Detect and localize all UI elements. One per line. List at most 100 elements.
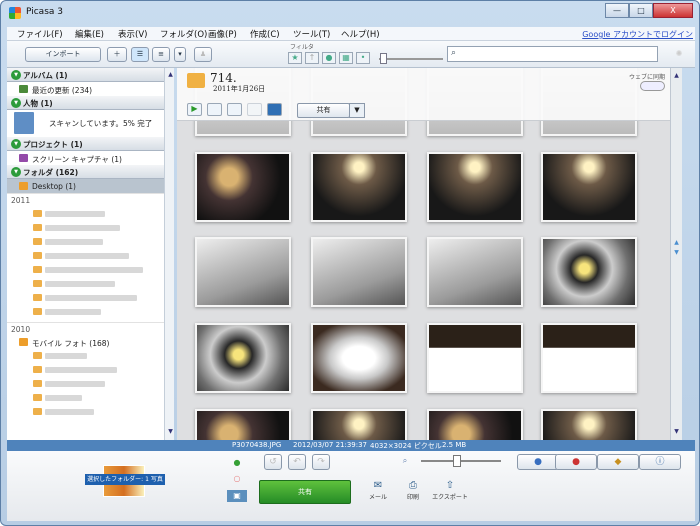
photo-thumbnail[interactable] (541, 409, 637, 440)
people-section[interactable]: 人物 (1) (7, 96, 164, 110)
filter-slider-knob[interactable] (380, 53, 387, 64)
pin-filter-icon[interactable]: • (356, 52, 370, 64)
photo-thumbnail[interactable] (311, 323, 407, 393)
scroll-up-icon[interactable]: ▲ (166, 70, 175, 80)
photo-thumbnail[interactable] (541, 152, 637, 222)
filter-slider-track[interactable] (379, 58, 443, 60)
photo-thumbnail[interactable] (311, 152, 407, 222)
bottom-panel: 選択したフォルダー: 1 写真 ● ○ ▣ ↺ ↶ ↷ ⌕ 共有 ✉ メール ⎙ 印… (7, 451, 695, 521)
album-icon (19, 85, 28, 93)
map-pin-tool-button[interactable]: ● (555, 454, 597, 470)
zoom-slider-track[interactable] (421, 460, 501, 462)
save-icon[interactable] (267, 103, 282, 116)
maximize-button[interactable]: □ (629, 3, 653, 18)
recent-updates-item[interactable]: 最近の更新 (234) (7, 82, 164, 96)
minimize-button[interactable]: — (605, 3, 629, 18)
menu-folder[interactable]: フォルダ(O) (160, 28, 207, 40)
scroll-down-icon[interactable]: ▼ (672, 427, 681, 437)
play-slideshow-icon[interactable]: ▶ (187, 103, 202, 116)
photo-thumbnail[interactable] (427, 152, 523, 222)
albums-section[interactable]: アルバム (1) (7, 68, 164, 82)
share-button[interactable]: 共有 (259, 480, 351, 504)
photo-thumbnail[interactable] (195, 409, 291, 440)
tree-view-button[interactable]: ≡ (152, 47, 170, 62)
dropdown-button[interactable]: ▾ (174, 47, 186, 62)
status-dimensions: 4032×3024 ピクセル (370, 442, 442, 450)
people-tool-button[interactable]: ● (517, 454, 559, 470)
menu-help[interactable]: ヘルプ(H) (341, 28, 380, 40)
photo-thumbnail[interactable] (195, 237, 291, 307)
menu-tools[interactable]: ツール(T) (293, 28, 330, 40)
menu-view[interactable]: 表示(V) (118, 28, 147, 40)
person-filter-icon[interactable]: ● (322, 52, 336, 64)
photo-thumbnail[interactable] (195, 152, 291, 222)
photo-thumbnail[interactable] (541, 323, 637, 393)
share-button[interactable]: 共有 (297, 103, 350, 118)
import-label: インポート (45, 50, 81, 58)
clear-icon[interactable]: ○ (231, 473, 243, 485)
photo-thumbnail[interactable] (195, 323, 291, 393)
project-icon (19, 154, 28, 162)
main-scrollbar[interactable]: ▲ ▲ ▼ ▼ (670, 68, 682, 440)
desktop-folder-item[interactable]: Desktop (1) (7, 179, 164, 193)
rotate-left-icon[interactable]: ↶ (288, 454, 306, 470)
collage-icon[interactable] (207, 103, 222, 116)
menu-create[interactable]: 作成(C) (250, 28, 280, 40)
export-button[interactable]: ⇧ エクスポート (431, 480, 469, 501)
menu-bar: ファイル(F) 編集(E) 表示(V) フォルダ(O) 画像(P) 作成(C) … (7, 27, 695, 41)
hold-icon[interactable]: ● (231, 457, 243, 469)
mail-button[interactable]: ✉ メール (361, 480, 395, 501)
print-icon: ⎙ (409, 480, 417, 491)
screen-capture-item[interactable]: スクリーン キャプチャ (1) (7, 151, 164, 165)
grid-filter-icon[interactable]: ▦ (339, 52, 353, 64)
album-add-icon[interactable]: ▣ (227, 490, 247, 502)
share-dropdown-icon[interactable]: ▼ (349, 103, 365, 118)
photo-thumbnail[interactable] (427, 409, 523, 440)
mobile-photo-folder[interactable]: モバイル フォト (168) (7, 335, 164, 349)
person-add-button[interactable]: ♟ (194, 47, 212, 62)
menu-file[interactable]: ファイル(F) (17, 28, 63, 40)
sidebar-scrollbar[interactable]: ▲ ▼ (164, 68, 174, 440)
close-button[interactable]: X (653, 3, 693, 18)
status-filename: P3070438.JPG (232, 441, 282, 449)
info-tool-button[interactable]: ⓘ (639, 454, 681, 470)
add-button[interactable]: ＋ (107, 47, 127, 62)
photo-library: 714. 2011年1月26日 ▶ 共有 ▼ ウェブに同期 (177, 68, 670, 440)
zoom-slider-knob[interactable] (453, 455, 461, 467)
search-input[interactable]: ⌕ (447, 46, 658, 62)
folders-section[interactable]: フォルダ (162) (7, 165, 164, 179)
menu-edit[interactable]: 編集(E) (75, 28, 104, 40)
scroll-thumb-icon[interactable]: ▲ (672, 238, 681, 248)
web-sync-toggle[interactable] (640, 81, 665, 91)
photo-thumbnail[interactable] (311, 409, 407, 440)
photo-thumbnail[interactable] (427, 323, 523, 393)
photo-thumbnail[interactable] (427, 237, 523, 307)
photo-thumbnail[interactable] (541, 237, 637, 307)
year-2011-label: 2011 (7, 193, 164, 206)
folder-sidebar: アルバム (1) 最近の更新 (234) 人物 (1) スキャンしています。5%… (7, 68, 165, 440)
window-title: Picasa 3 (26, 7, 63, 17)
photo-edit-icon[interactable] (227, 103, 242, 116)
menu-image[interactable]: 画像(P) (208, 28, 237, 40)
scroll-thumb-icon[interactable]: ▼ (672, 248, 681, 258)
star-filter-icon[interactable]: ★ (288, 52, 302, 64)
rotate-left-icon[interactable]: ↺ (264, 454, 282, 470)
upload-filter-icon[interactable]: ↑ (305, 52, 319, 64)
photo-thumbnail[interactable] (311, 237, 407, 307)
star-album-icon[interactable] (247, 103, 262, 116)
scroll-down-icon[interactable]: ▼ (166, 427, 175, 437)
year-2010-label: 2010 (7, 322, 164, 335)
tag-tool-button[interactable]: ◆ (597, 454, 639, 470)
print-button[interactable]: ⎙ 印刷 (396, 480, 430, 501)
people-scan-item: スキャンしています。5% 完了 (7, 110, 164, 137)
google-login-link[interactable]: Google アカウントでログイン (582, 29, 693, 40)
list-view-button[interactable]: ☰ (131, 47, 149, 62)
rotate-right-icon[interactable]: ↷ (312, 454, 330, 470)
import-button[interactable]: インポート (25, 47, 101, 62)
projects-section[interactable]: プロジェクト (1) (7, 137, 164, 151)
scroll-up-icon[interactable]: ▲ (672, 71, 681, 81)
folder-icon (19, 182, 28, 190)
main-toolbar: インポート ＋ ☰ ≡ ▾ ♟ フィルタ ★ ↑ ● ▦ • ⌕ ✺ (7, 41, 695, 68)
person-placeholder-icon (14, 112, 34, 134)
mail-icon: ✉ (373, 480, 383, 491)
